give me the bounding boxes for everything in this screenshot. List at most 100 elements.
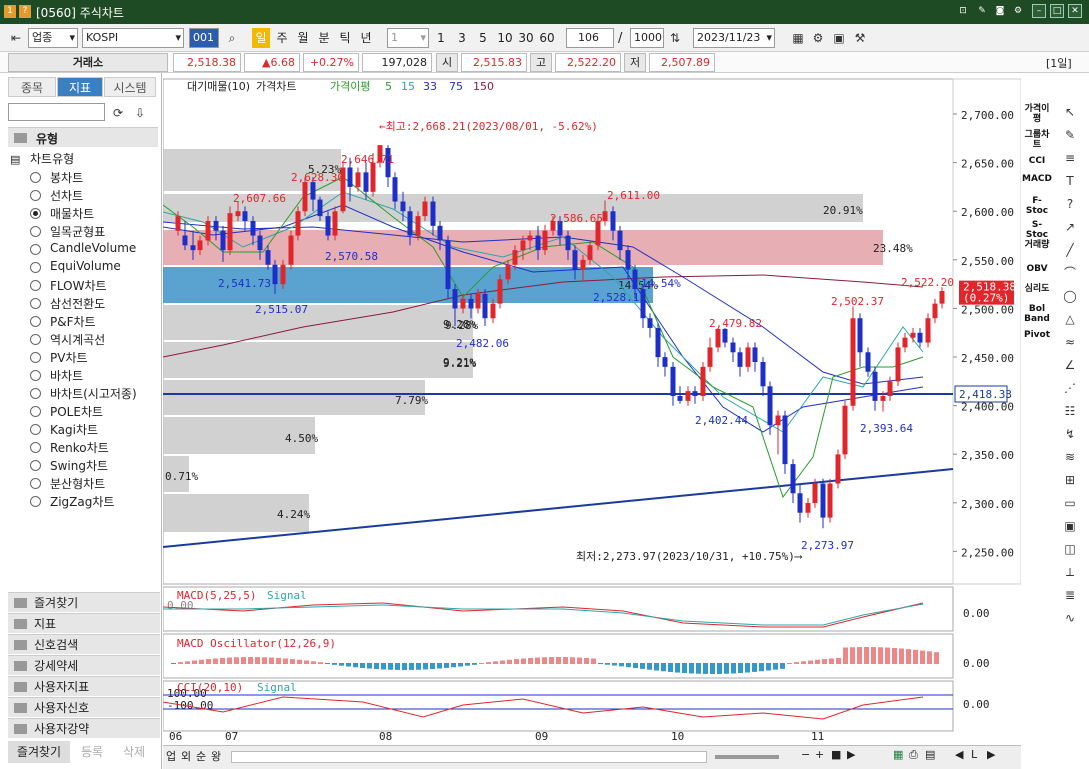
- indicator-quick-button[interactable]: OBV: [1022, 264, 1052, 274]
- chart-type-label-item[interactable]: FLOW차트: [50, 277, 107, 294]
- delete-all-icon[interactable]: ≡: [1061, 150, 1079, 166]
- sort-icon[interactable]: ⇅: [665, 28, 685, 48]
- chart-type-label-item[interactable]: ZigZag차트: [50, 493, 114, 510]
- chart-type-label-item[interactable]: 일목균형표: [50, 223, 105, 240]
- chart-type-radio[interactable]: [30, 190, 41, 201]
- indicator-quick-button[interactable]: Pivot: [1022, 330, 1052, 340]
- chart-type-label-item[interactable]: 매물차트: [50, 205, 94, 222]
- chart-type-radio[interactable]: [30, 172, 41, 183]
- accordion-item[interactable]: 강세약세: [8, 655, 160, 675]
- period-select[interactable]: 1 ▾: [387, 28, 429, 48]
- timeframe-day[interactable]: 일: [252, 28, 270, 48]
- code-field[interactable]: 001: [189, 28, 219, 48]
- channel-icon[interactable]: ≋: [1061, 449, 1079, 465]
- chart-type-radio[interactable]: [30, 388, 41, 399]
- fill-icon[interactable]: ▣: [1061, 518, 1079, 534]
- chart-type-radio[interactable]: [30, 280, 41, 291]
- maximize-button[interactable]: □: [1050, 4, 1064, 18]
- gear-icon[interactable]: ⚙: [808, 28, 828, 48]
- rect-icon[interactable]: ▭: [1061, 495, 1079, 511]
- timeframe-minute[interactable]: 분: [315, 28, 333, 48]
- indicator-quick-button[interactable]: Bol Band: [1022, 304, 1052, 324]
- chart-type-label-item[interactable]: POLE차트: [50, 403, 103, 420]
- zoom-out-icon[interactable]: −: [801, 748, 810, 761]
- bottom-btn-king[interactable]: 왕: [211, 748, 221, 764]
- chart-type-radio[interactable]: [30, 208, 41, 219]
- quick-period-1[interactable]: 1: [432, 28, 450, 48]
- accordion-item[interactable]: 지표: [8, 613, 160, 633]
- chart-type-label[interactable]: 차트유형: [30, 150, 74, 167]
- window-icon[interactable]: ◫: [1061, 541, 1079, 557]
- indicator-quick-button[interactable]: 가격이평: [1022, 104, 1052, 124]
- chart-type-label-item[interactable]: P&F차트: [50, 313, 96, 330]
- bottom-tab-register[interactable]: 등록: [72, 741, 112, 763]
- save-icon[interactable]: ▣: [829, 28, 849, 48]
- bottom-btn-net[interactable]: 순: [196, 748, 206, 764]
- chart-type-radio[interactable]: [30, 334, 41, 345]
- chart-type-label-item[interactable]: Swing차트: [50, 457, 108, 474]
- indicator-quick-button[interactable]: 거래량: [1022, 240, 1052, 250]
- timeframe-month[interactable]: 월: [294, 28, 312, 48]
- chart-type-radio[interactable]: [30, 370, 41, 381]
- triangle-icon[interactable]: △: [1061, 311, 1079, 327]
- timeframe-year[interactable]: 년: [357, 28, 375, 48]
- scroll-right-icon[interactable]: ▶: [987, 748, 995, 761]
- chart-type-radio[interactable]: [30, 460, 41, 471]
- chart-type-label-item[interactable]: CandleVolume: [50, 241, 136, 255]
- indicator-quick-button[interactable]: S-Stoc: [1022, 220, 1052, 240]
- chart-type-radio[interactable]: [30, 226, 41, 237]
- list-icon[interactable]: ≣: [1061, 587, 1079, 603]
- last-icon[interactable]: L: [971, 748, 977, 761]
- timeframe-tick[interactable]: 틱: [336, 28, 354, 48]
- play-icon[interactable]: ▶: [847, 748, 855, 761]
- tab-system[interactable]: 시스템: [104, 77, 156, 97]
- index-input[interactable]: KOSPI ▾: [82, 28, 184, 48]
- indicator-search-input[interactable]: [8, 103, 105, 121]
- accordion-item[interactable]: 사용자신호: [8, 697, 160, 717]
- help-icon[interactable]: ?: [1061, 196, 1079, 212]
- chart-type-radio[interactable]: [30, 478, 41, 489]
- zoom-in-icon[interactable]: +: [815, 748, 824, 761]
- tab-stock[interactable]: 종목: [8, 77, 56, 97]
- grid-icon[interactable]: ☷: [1061, 403, 1079, 419]
- chart-type-radio[interactable]: [30, 244, 41, 255]
- chart-type-label-item[interactable]: 분산형차트: [50, 475, 105, 492]
- chart-type-label-item[interactable]: 바차트(시고저종): [50, 385, 137, 402]
- trend-arrow-icon[interactable]: ↗: [1061, 219, 1079, 235]
- accordion-item[interactable]: 즐겨찾기: [8, 592, 160, 612]
- arc-icon[interactable]: ⌒: [1061, 265, 1079, 281]
- text-icon[interactable]: T: [1061, 173, 1079, 189]
- horizontal-scrollbar[interactable]: [231, 751, 707, 763]
- accordion-item[interactable]: 신호검색: [8, 634, 160, 654]
- chart-canvas[interactable]: 대기매물(10) 가격차트 가격이평 5 15 33 75 150 20.91% 23.48% 14…: [163, 77, 1021, 745]
- chart-type-label-item[interactable]: 봉차트: [50, 169, 83, 186]
- scroll-left-icon[interactable]: ◀: [955, 748, 963, 761]
- chart-type-label-item[interactable]: 삼선전환도: [50, 295, 105, 312]
- line-icon[interactable]: ╱: [1061, 242, 1079, 258]
- chart-type-radio[interactable]: [30, 316, 41, 327]
- layout-icon[interactable]: ▤: [925, 748, 935, 761]
- memo-icon[interactable]: ✎: [975, 4, 989, 18]
- quick-period-3[interactable]: 3: [453, 28, 471, 48]
- bottom-btn-foreign[interactable]: 외: [181, 748, 191, 764]
- print-icon[interactable]: ⎙: [909, 748, 918, 762]
- chart-type-label-item[interactable]: PV차트: [50, 349, 88, 366]
- indicator-quick-button[interactable]: MACD: [1022, 174, 1052, 184]
- indicator-quick-button[interactable]: CCI: [1022, 156, 1052, 166]
- count-stepper[interactable]: 106: [566, 28, 614, 48]
- vertical-icon[interactable]: ⟂: [1061, 564, 1079, 580]
- chart-area[interactable]: 대기매물(10) 가격차트 가격이평 5 15 33 75 150 20.91% 23.48% 14…: [163, 77, 1021, 745]
- total-field[interactable]: 1000: [630, 28, 664, 48]
- panel-toggle-icon[interactable]: ⇤: [6, 28, 26, 48]
- download-icon[interactable]: ⇩: [130, 103, 150, 123]
- curve-icon[interactable]: ∿: [1061, 610, 1079, 626]
- screen-link-icon[interactable]: ⊡: [956, 4, 970, 18]
- chart-type-radio[interactable]: [30, 442, 41, 453]
- section-type-header[interactable]: 유형: [8, 127, 158, 147]
- bottom-tab-favorites[interactable]: 즐겨찾기: [8, 741, 70, 763]
- tools-icon[interactable]: ⚒: [850, 28, 870, 48]
- bottom-btn-up[interactable]: 업: [166, 748, 176, 764]
- circle-icon[interactable]: ◯: [1061, 288, 1079, 304]
- search-icon[interactable]: ⌕: [222, 28, 242, 48]
- fibo-icon[interactable]: ⋰: [1061, 380, 1079, 396]
